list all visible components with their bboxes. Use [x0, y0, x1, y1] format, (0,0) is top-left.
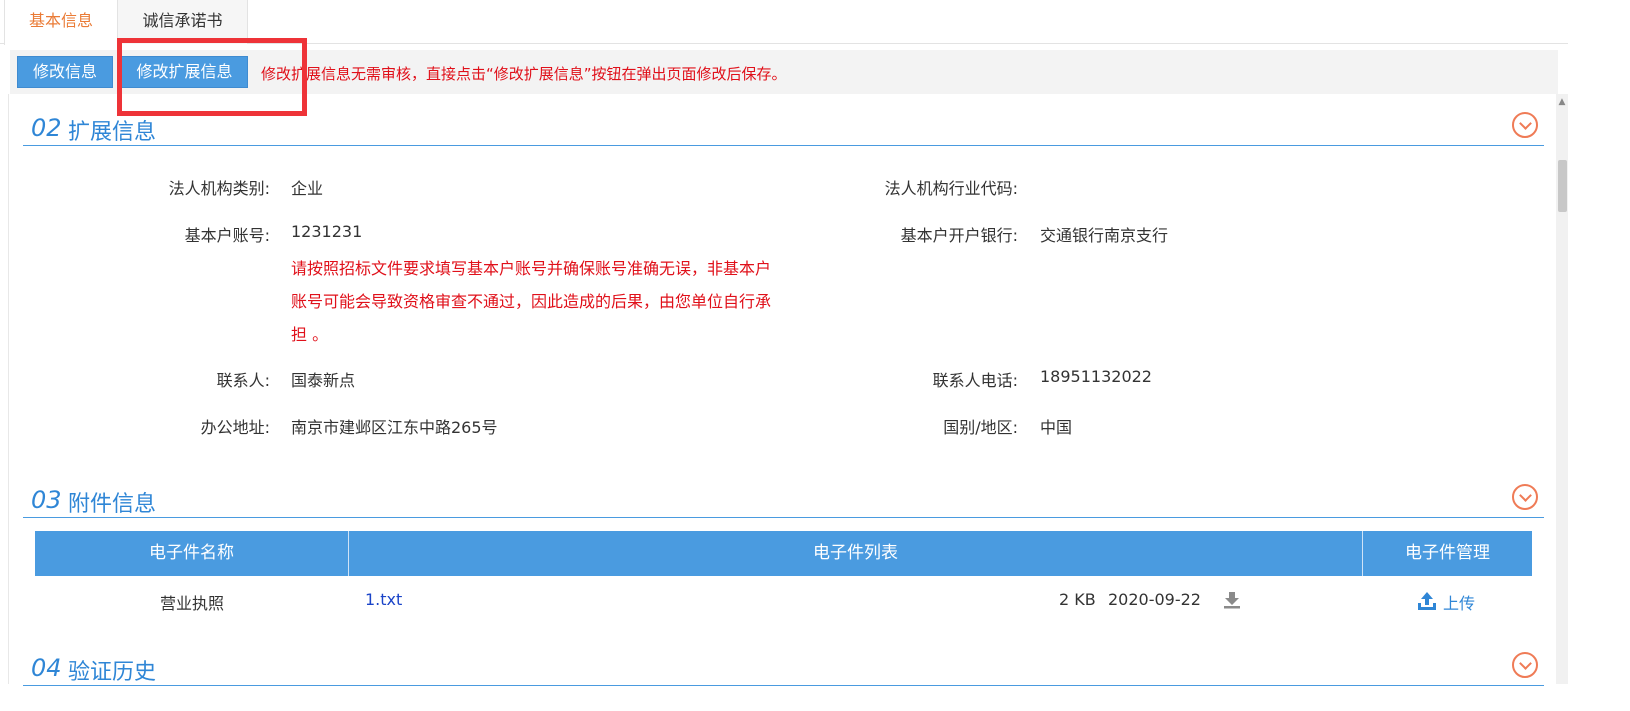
- section-number: 02: [31, 114, 62, 142]
- toolbar: 修改信息 修改扩展信息 修改扩展信息无需审核，直接点击“修改扩展信息”按钮在弹出…: [10, 50, 1558, 94]
- chevron-down-circle-icon[interactable]: [1512, 112, 1538, 138]
- edit-extended-info-button[interactable]: 修改扩展信息: [121, 56, 248, 88]
- region-label: 国别/地区:: [943, 418, 1018, 437]
- attachment-file-size: 2 KB: [1059, 590, 1096, 609]
- section-title: 验证历史: [68, 660, 157, 685]
- chevron-down-circle-icon[interactable]: [1512, 484, 1538, 510]
- scroll-up-arrow-icon[interactable]: ▲: [1556, 96, 1568, 108]
- edit-info-button[interactable]: 修改信息: [17, 56, 113, 88]
- account-value: 1231231: [291, 222, 363, 241]
- org-type-label: 法人机构类别:: [168, 179, 270, 198]
- column-header-name: 电子件名称: [35, 531, 349, 576]
- download-icon[interactable]: [1223, 591, 1241, 609]
- bank-label: 基本户开户银行:: [900, 226, 1018, 245]
- section-attachments-header: 03 附件信息: [23, 482, 1544, 518]
- column-header-files: 电子件列表: [349, 531, 1363, 576]
- section-number: 03: [31, 486, 62, 514]
- section-title: 附件信息: [68, 492, 157, 517]
- region-value: 中国: [1040, 418, 1073, 437]
- phone-label: 联系人电话:: [932, 371, 1018, 390]
- section-extended-info-header: 02 扩展信息: [23, 110, 1544, 146]
- section-number: 04: [31, 654, 62, 682]
- toolbar-hint-text: 修改扩展信息无需审核，直接点击“修改扩展信息”按钮在弹出页面修改后保存。: [261, 65, 787, 83]
- phone-value: 18951132022: [1040, 367, 1152, 386]
- scrollbar-thumb[interactable]: [1558, 160, 1567, 212]
- address-value: 南京市建邺区江东中路265号: [291, 418, 498, 437]
- account-warning-text: 请按照招标文件要求填写基本户账号并确保账号准确无误，非基本户账号可能会导致资格审…: [291, 259, 772, 344]
- column-header-manage: 电子件管理: [1405, 543, 1490, 563]
- contact-label: 联系人:: [216, 371, 270, 390]
- attachments-table-header: 电子件名称 电子件列表 电子件管理: [35, 531, 1532, 576]
- org-type-value: 企业: [291, 179, 324, 198]
- attachment-name: 营业执照: [159, 594, 224, 613]
- industry-code-label: 法人机构行业代码:: [884, 179, 1018, 198]
- upload-icon: [1418, 592, 1436, 610]
- contact-value: 国泰新点: [291, 371, 356, 390]
- upload-label: 上传: [1443, 594, 1476, 613]
- bank-value: 交通银行南京支行: [1040, 226, 1169, 245]
- tab-bar: 基本信息 诚信承诺书: [0, 0, 1568, 45]
- tab-basic-info[interactable]: 基本信息: [4, 0, 118, 45]
- app-frame: 基本信息 诚信承诺书 修改信息 修改扩展信息 修改扩展信息无需审核，直接点击“修…: [0, 0, 1568, 686]
- attachment-file-date: 2020-09-22: [1108, 590, 1201, 609]
- section-verification-history-header: 04 验证历史: [23, 650, 1544, 686]
- tab-integrity-pledge[interactable]: 诚信承诺书: [118, 0, 248, 44]
- address-label: 办公地址:: [200, 418, 270, 437]
- account-label: 基本户账号:: [184, 226, 270, 245]
- table-row: 营业执照 1.txt 2 KB 2020-09-22 上传: [35, 576, 1532, 626]
- section-title: 扩展信息: [68, 120, 157, 145]
- attachment-file-link[interactable]: 1.txt: [365, 590, 402, 609]
- chevron-down-circle-icon[interactable]: [1512, 652, 1538, 678]
